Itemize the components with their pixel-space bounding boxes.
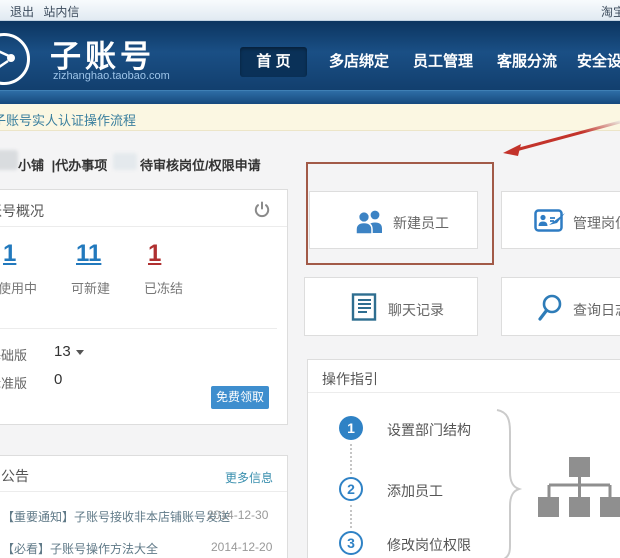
search-icon bbox=[537, 293, 565, 327]
step-connector bbox=[350, 444, 352, 474]
plan-standard-value: 0 bbox=[54, 371, 62, 388]
annotation-highlight-rect bbox=[306, 162, 494, 265]
notice-bar: 子账号实人认证操作流程 bbox=[0, 104, 620, 131]
step-2-circle: 2 bbox=[339, 477, 363, 501]
shop-name-suffix: 小铺 |代办事项 bbox=[18, 155, 107, 174]
overview-title: 子账号概况 bbox=[0, 201, 44, 221]
pending-approval-link[interactable]: 待审核岗位/权限申请 bbox=[140, 155, 261, 174]
announcement-item[interactable]: 【重要通知】子账号接收非本店铺账号发送 bbox=[2, 508, 230, 525]
top-left-links: ， 退出 站内信 bbox=[0, 3, 79, 20]
top-utility-bar: ， 退出 站内信 淘宝网 bbox=[0, 0, 620, 21]
plan-basic-value-dropdown[interactable]: 13 bbox=[54, 343, 84, 360]
redacted-shop-name bbox=[0, 150, 18, 170]
query-log-button[interactable]: 查询日志 bbox=[501, 277, 620, 336]
nav-service-routing[interactable]: 客服分流 bbox=[497, 47, 557, 77]
stat-in-use-label: 使用中 bbox=[0, 278, 37, 297]
chat-log-icon bbox=[351, 293, 379, 327]
chat-log-button[interactable]: 聊天记录 bbox=[304, 277, 478, 336]
overview-header-divider bbox=[0, 226, 287, 227]
id-badge-icon bbox=[534, 207, 568, 240]
announcement-date: 2014-12-20 bbox=[211, 540, 272, 554]
chevron-down-icon bbox=[76, 350, 84, 355]
step-3-label: 修改岗位权限 bbox=[387, 535, 471, 555]
org-chart-icon bbox=[538, 457, 620, 524]
free-claim-button[interactable]: 免费领取 bbox=[211, 386, 269, 409]
stat-frozen-label: 已冻结 bbox=[144, 278, 183, 297]
step-3-circle: 3 bbox=[339, 531, 363, 555]
realname-verification-guide-link[interactable]: 子账号实人认证操作流程 bbox=[0, 110, 136, 129]
more-info-link[interactable]: 更多信息 bbox=[225, 469, 273, 486]
stat-creatable-value[interactable]: 11 bbox=[76, 240, 101, 268]
power-icon[interactable] bbox=[253, 201, 271, 219]
header-bottom-band bbox=[0, 90, 620, 104]
step-connector bbox=[350, 505, 352, 528]
username-fragment: ， bbox=[0, 5, 4, 19]
stat-frozen-value[interactable]: 1 bbox=[148, 240, 161, 268]
logout-link[interactable]: 退出 bbox=[10, 5, 34, 19]
red-arrow-head bbox=[503, 144, 521, 156]
redacted-count bbox=[113, 153, 137, 170]
step-2-label: 添加员工 bbox=[387, 481, 443, 501]
guide-divider bbox=[308, 392, 620, 393]
taobao-link[interactable]: 淘宝网 bbox=[601, 3, 620, 20]
nav-multi-store-binding[interactable]: 多店绑定 bbox=[329, 47, 389, 77]
page: ，退出 站内信 淘宝网 子账号 zizhanghao.taobao.com 首 … bbox=[0, 0, 620, 558]
logo-icon bbox=[0, 33, 30, 85]
nav-employee-management[interactable]: 员工管理 bbox=[413, 47, 473, 77]
announcements-divider bbox=[0, 491, 287, 492]
guide-title: 操作指引 bbox=[322, 369, 378, 389]
overview-mid-divider bbox=[0, 328, 277, 329]
nav-security-settings[interactable]: 安全设置 bbox=[577, 47, 620, 77]
manage-roles-button[interactable]: 管理岗位 bbox=[501, 191, 620, 249]
announcement-item[interactable]: 【必看】子账号操作方法大全 bbox=[2, 540, 158, 557]
step-1-circle: 1 bbox=[339, 416, 363, 440]
account-overview-panel: 子账号概况 1 使用中 11 可新建 1 已冻结 基础版 13 标准版 0 免费… bbox=[0, 189, 288, 425]
stat-in-use-value[interactable]: 1 bbox=[3, 240, 16, 268]
logo-domain: zizhanghao.taobao.com bbox=[53, 70, 170, 82]
plan-basic-label: 基础版 bbox=[0, 345, 27, 364]
todo-link[interactable]: 代办事项 bbox=[55, 158, 107, 173]
nav-home[interactable]: 首 页 bbox=[240, 47, 307, 77]
announcements-title: 公告 bbox=[1, 466, 29, 486]
step-1-label: 设置部门结构 bbox=[387, 420, 471, 440]
announcement-date: 2014-12-30 bbox=[207, 508, 268, 522]
plan-standard-label: 标准版 bbox=[0, 373, 27, 392]
announcements-panel: 公告 更多信息 【重要通知】子账号接收非本店铺账号发送 2014-12-30 【… bbox=[0, 455, 288, 558]
site-message-link[interactable]: 站内信 bbox=[43, 5, 79, 19]
stat-creatable-label: 可新建 bbox=[71, 278, 110, 297]
